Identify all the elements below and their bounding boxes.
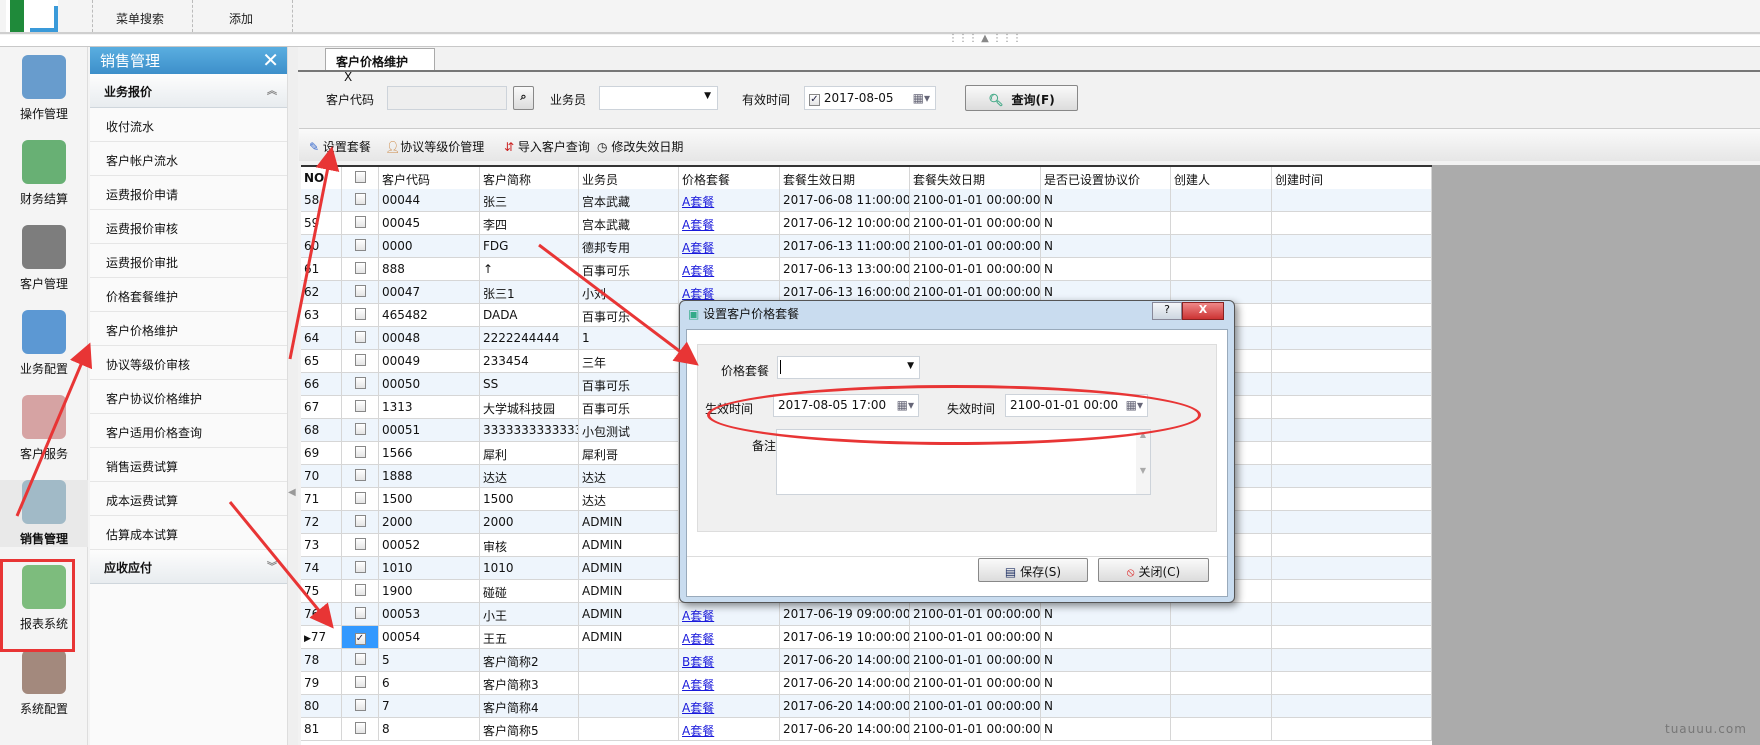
annotation-arrow xyxy=(288,146,340,360)
annotation-arrows xyxy=(15,146,699,629)
annotation-arrow xyxy=(228,501,334,629)
annotation-arrow xyxy=(15,342,93,517)
annotation-arrow xyxy=(538,243,699,366)
watermark: tuauuu.com xyxy=(1665,722,1747,736)
